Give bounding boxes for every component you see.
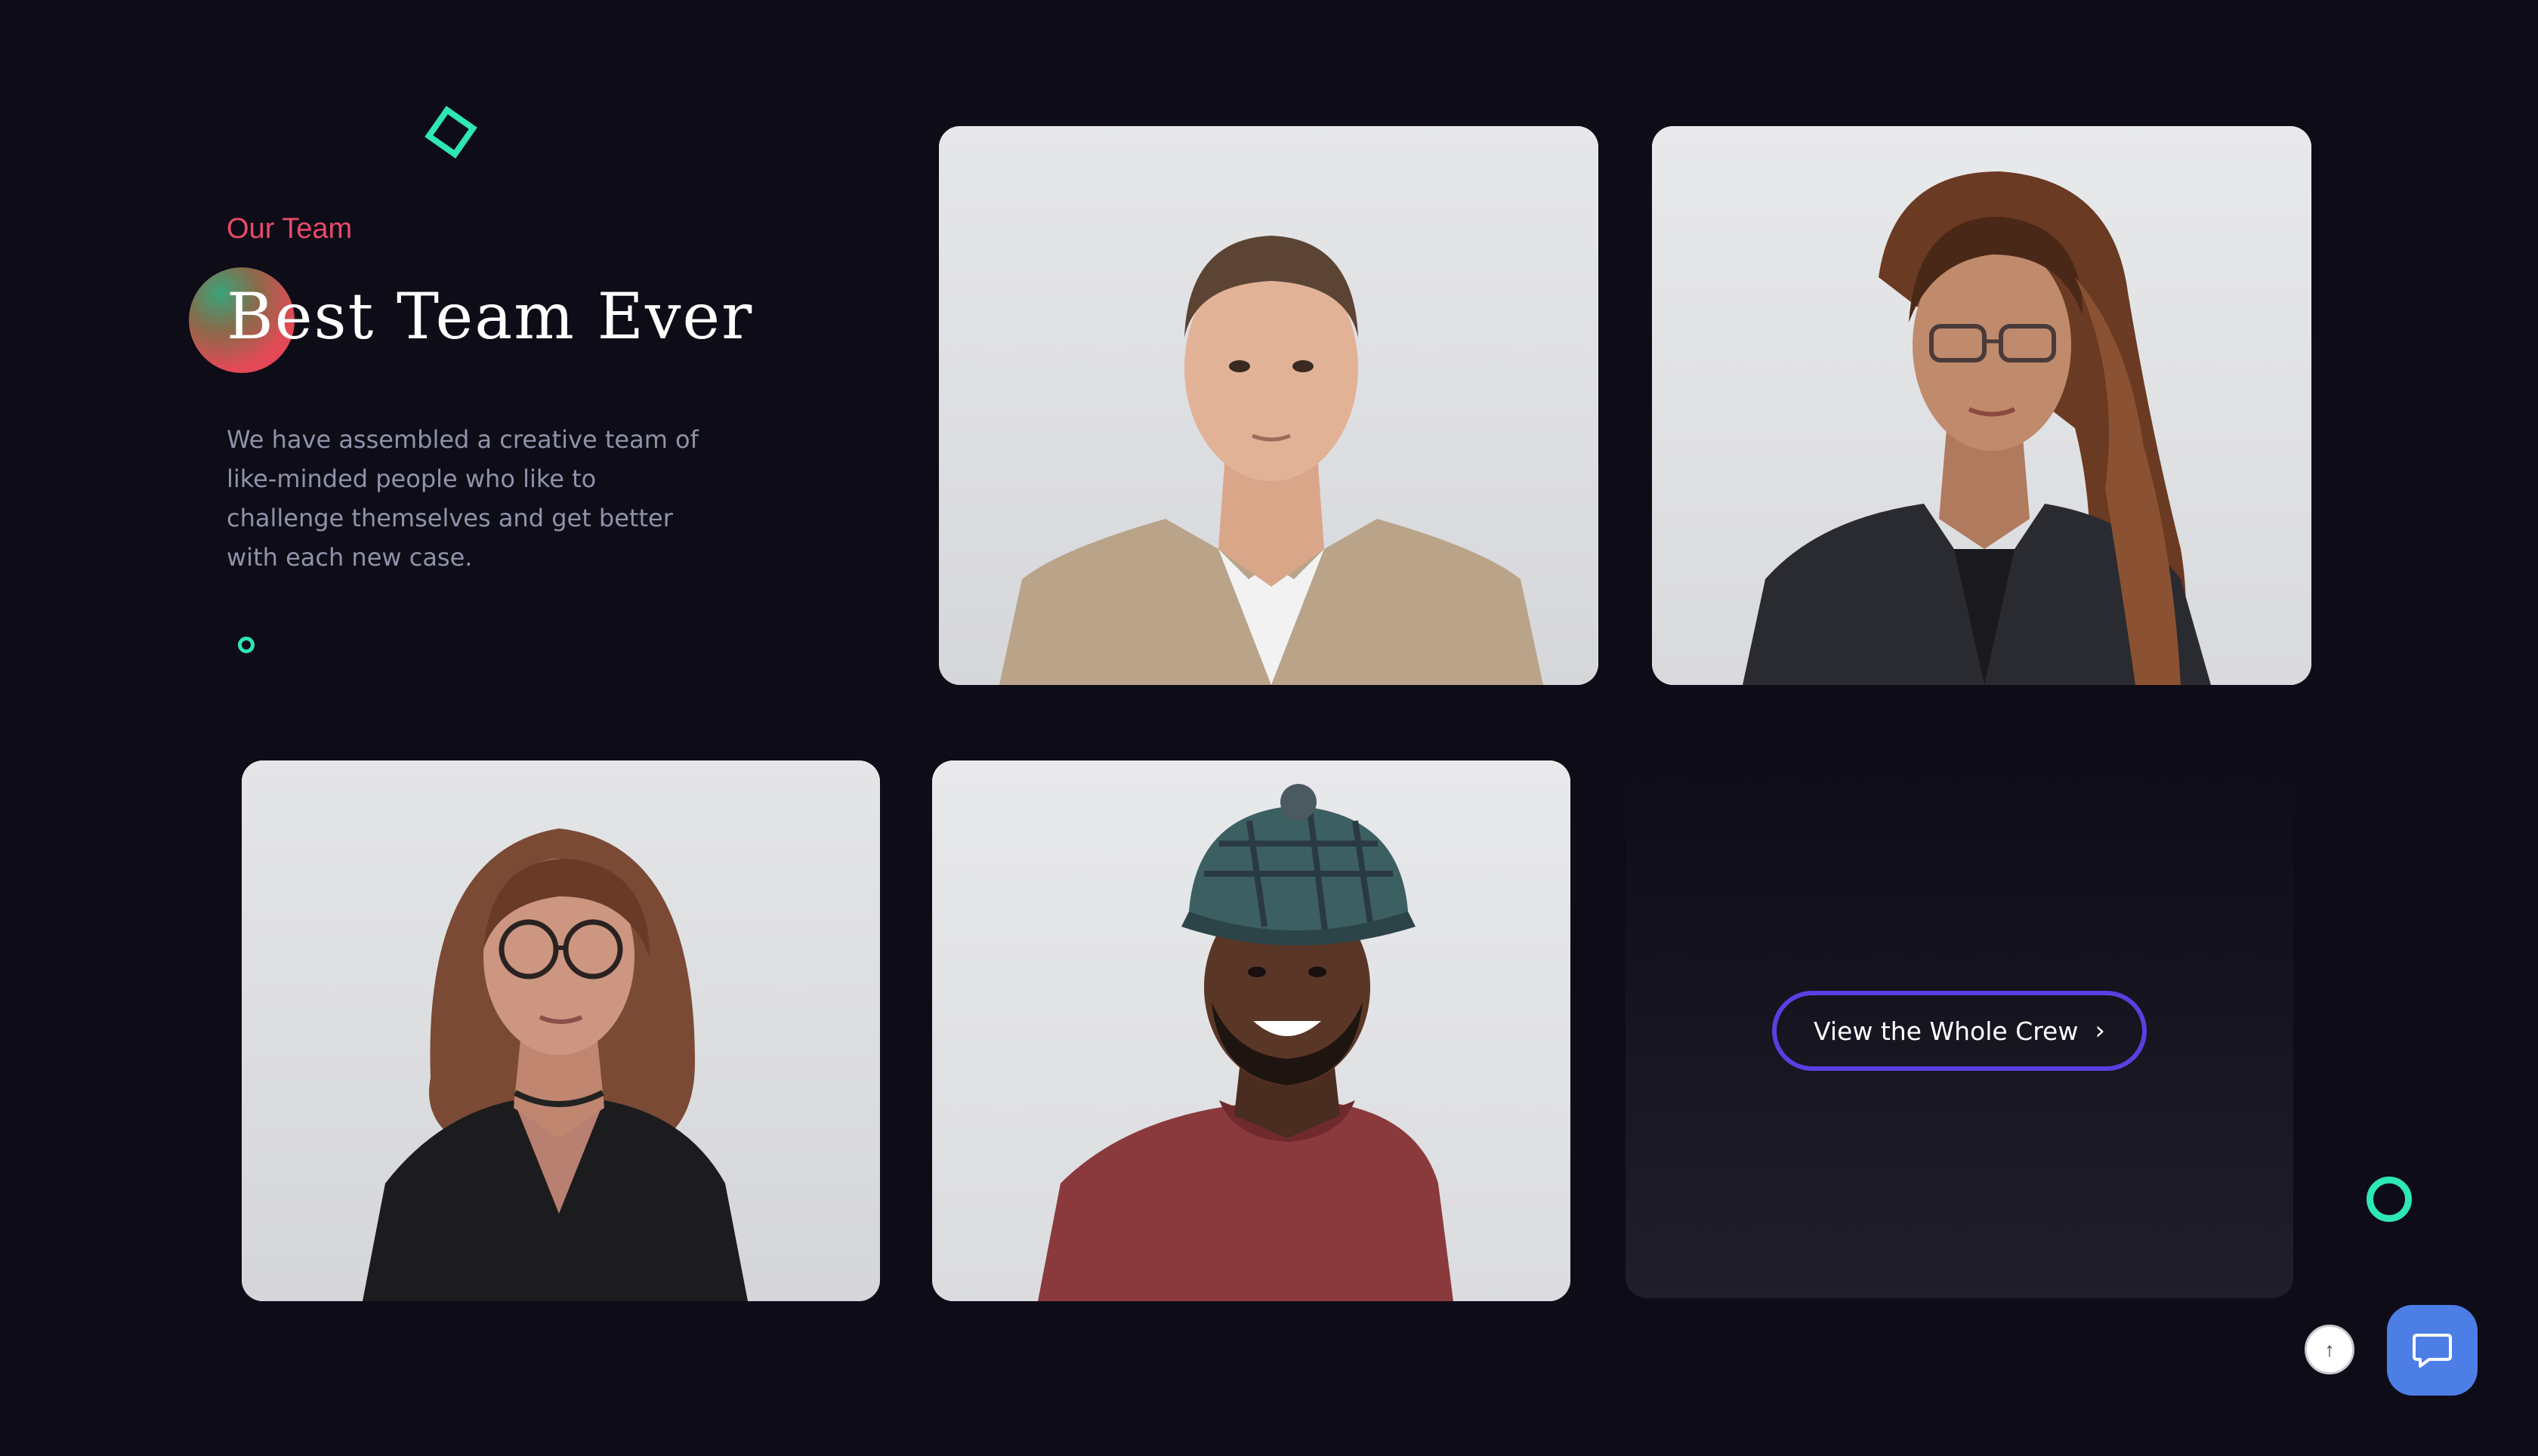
view-crew-card: View the Whole Crew ›: [1626, 760, 2293, 1298]
chat-bubble-icon: [2413, 1334, 2452, 1368]
scroll-to-top-button[interactable]: ↑: [2305, 1325, 2354, 1374]
chat-launcher-button[interactable]: [2387, 1305, 2478, 1396]
view-whole-crew-label: View the Whole Crew: [1814, 1016, 2079, 1046]
portrait-man-beige-shirt: [939, 126, 1598, 685]
team-member-photo-3[interactable]: [242, 760, 880, 1301]
team-section: Our Team Best Team Ever We have assemble…: [0, 0, 2538, 1456]
team-member-photo-1[interactable]: [939, 126, 1598, 685]
team-member-photo-4[interactable]: [932, 760, 1570, 1301]
view-whole-crew-button[interactable]: View the Whole Crew ›: [1772, 991, 2147, 1071]
diamond-decoration: [425, 106, 477, 159]
portrait-man-plaid-cap: [932, 760, 1570, 1301]
section-headline: Best Team Ever: [227, 279, 754, 353]
portrait-woman-dark-blazer: [1652, 126, 2311, 685]
small-ring-decoration: [238, 637, 255, 653]
section-eyebrow: Our Team: [227, 213, 353, 245]
chevron-right-icon: ›: [2095, 1016, 2105, 1046]
team-member-photo-2[interactable]: [1652, 126, 2311, 685]
ring-decoration: [2367, 1177, 2412, 1222]
arrow-up-icon: ↑: [2324, 1337, 2335, 1361]
section-description: We have assembled a creative team of lik…: [227, 425, 699, 572]
portrait-woman-black-top: [242, 760, 880, 1301]
